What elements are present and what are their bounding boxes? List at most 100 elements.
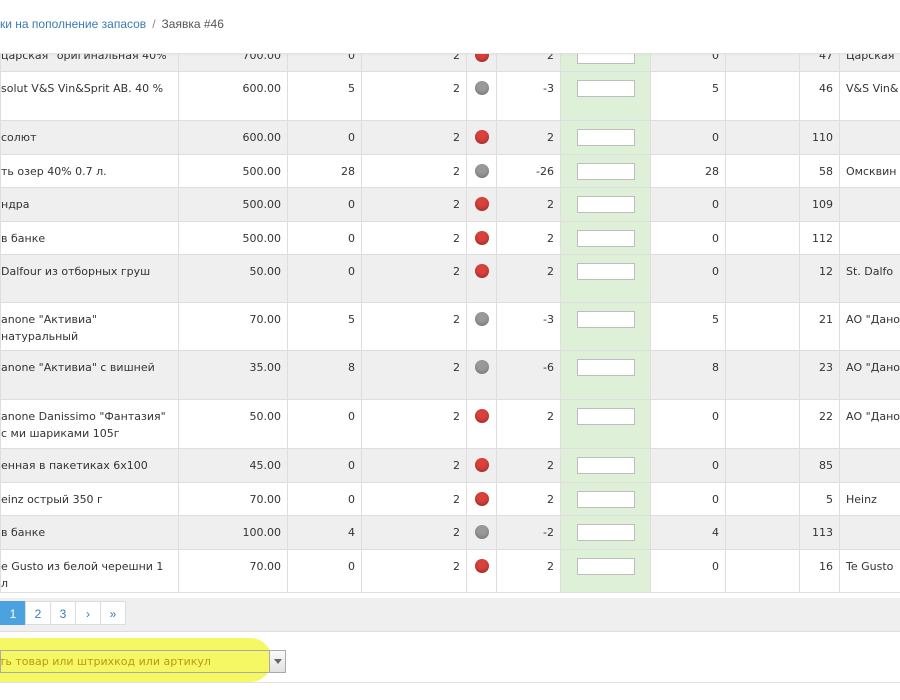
order-quantity-cell — [560, 120, 651, 155]
difference-cell: 2 — [496, 482, 561, 516]
product-name-cell: в банке — [0, 515, 179, 550]
supplier-cell — [839, 221, 900, 255]
order-quantity-input[interactable] — [576, 163, 635, 180]
difference-cell: 2 — [496, 254, 561, 303]
product-name-cell: solut V&S Vin&Sprit AB. 40 % — [0, 71, 179, 121]
min-stock-cell: 2 — [361, 448, 467, 483]
status-red-dot-icon — [474, 130, 489, 144]
status-red-dot-icon — [474, 197, 489, 211]
stock-cell: 8 — [287, 350, 362, 400]
product-id-cell: 112 — [799, 221, 840, 255]
status-gray-dot-icon — [474, 360, 489, 374]
price-cell: 70.00 — [178, 302, 288, 351]
order-quantity-cell — [560, 515, 651, 550]
status-red-dot-icon — [474, 458, 489, 472]
empty-cell — [725, 302, 800, 351]
supplier-cell — [839, 187, 900, 222]
min-stock-cell: 2 — [361, 187, 467, 222]
empty-cell — [725, 71, 800, 121]
product-name-cell: ть озер 40% 0.7 л. — [0, 154, 179, 188]
table-row: solut V&S Vin&Sprit AB. 40 % 600.00 5 2 -3 5 4… — [0, 71, 900, 121]
product-id-cell: 12 — [799, 254, 840, 303]
order-quantity-cell — [560, 399, 651, 449]
product-name-cell: Dalfour из отборных груш — [0, 254, 179, 303]
stock-cell: 0 — [287, 187, 362, 222]
recommended-cell: 5 — [650, 71, 726, 121]
order-quantity-input[interactable] — [576, 558, 635, 575]
status-cell — [466, 254, 497, 303]
order-quantity-input[interactable] — [576, 263, 635, 280]
product-name-cell: anone "Активиа" с вишней — [0, 350, 179, 400]
difference-cell: -3 — [496, 302, 561, 351]
last-page-button[interactable]: » — [100, 601, 126, 625]
page-header: ки на пополнение запасов / Заявка #46 — [0, 0, 900, 54]
add-product-area: ть товар или штрихкод или артикул — [0, 632, 900, 700]
status-red-dot-icon — [474, 492, 489, 506]
order-quantity-input[interactable] — [576, 230, 635, 247]
stock-cell: 0 — [287, 221, 362, 255]
difference-cell: -6 — [496, 350, 561, 400]
supplier-cell — [839, 448, 900, 483]
stock-cell: 0 — [287, 549, 362, 593]
min-stock-cell: 2 — [361, 399, 467, 449]
product-id-cell: 5 — [799, 482, 840, 516]
price-cell: 100.00 — [178, 515, 288, 550]
price-cell: 35.00 — [178, 350, 288, 400]
empty-cell — [725, 350, 800, 400]
order-quantity-cell — [560, 221, 651, 255]
difference-cell: -3 — [496, 71, 561, 121]
status-red-dot-icon — [474, 231, 489, 245]
order-quantity-input[interactable] — [576, 491, 635, 508]
order-quantity-input[interactable] — [576, 359, 635, 376]
price-cell: 45.00 — [178, 448, 288, 483]
stock-cell: 0 — [287, 254, 362, 303]
price-cell: 500.00 — [178, 187, 288, 222]
order-quantity-cell — [560, 254, 651, 303]
product-name-cell: солют — [0, 120, 179, 155]
stock-cell: 0 — [287, 120, 362, 155]
product-search-placeholder: ть товар или штрихкод или артикул — [0, 655, 211, 668]
difference-cell: 2 — [496, 221, 561, 255]
recommended-cell: 0 — [650, 120, 726, 155]
order-quantity-input[interactable] — [576, 311, 635, 328]
empty-cell — [725, 482, 800, 516]
status-cell — [466, 350, 497, 400]
table-row: ндра 500.00 0 2 2 0 109 — [0, 187, 900, 222]
supplier-cell — [839, 515, 900, 550]
order-quantity-input[interactable] — [576, 80, 635, 97]
table-row: anone "Активиа" натуральный 70.00 5 2 -3 5 21 А… — [0, 302, 900, 351]
product-search-select[interactable]: ть товар или штрихкод или артикул — [0, 650, 286, 673]
products-table: царская" оригинальная 40% 700.00 0 2 2 0 47 Цар… — [0, 37, 900, 593]
stock-cell: 0 — [287, 399, 362, 449]
order-quantity-input[interactable] — [576, 524, 635, 541]
order-quantity-input[interactable] — [576, 408, 635, 425]
supplier-cell: Heinz — [839, 482, 900, 516]
products-table-container: царская" оригинальная 40% 700.00 0 2 2 0 47 Цар… — [0, 37, 900, 598]
next-page-button[interactable]: › — [75, 601, 101, 625]
status-cell — [466, 154, 497, 188]
page-button-2[interactable]: 2 — [25, 601, 51, 625]
difference-cell: 2 — [496, 399, 561, 449]
status-gray-dot-icon — [474, 164, 489, 178]
difference-cell: 2 — [496, 549, 561, 593]
product-id-cell: 21 — [799, 302, 840, 351]
order-quantity-input[interactable] — [576, 457, 635, 474]
status-cell — [466, 187, 497, 222]
order-quantity-cell — [560, 302, 651, 351]
order-quantity-input[interactable] — [576, 196, 635, 213]
stock-cell: 5 — [287, 302, 362, 351]
order-quantity-cell — [560, 350, 651, 400]
page-button-1[interactable]: 1 — [0, 601, 26, 625]
dropdown-arrow-icon[interactable] — [269, 651, 285, 672]
status-cell — [466, 71, 497, 121]
price-cell: 600.00 — [178, 71, 288, 121]
page-button-3[interactable]: 3 — [50, 601, 76, 625]
breadcrumb-parent-link[interactable]: ки на пополнение запасов — [0, 17, 146, 31]
supplier-cell: Омсквин — [839, 154, 900, 188]
order-quantity-input[interactable] — [576, 129, 635, 146]
empty-cell — [725, 120, 800, 155]
pagination-bar: 1 2 3 › » — [0, 598, 900, 632]
supplier-cell: АО "Дано — [839, 350, 900, 400]
table-row: ть озер 40% 0.7 л. 500.00 28 2 -26 28 58 Омскви… — [0, 154, 900, 188]
empty-cell — [725, 187, 800, 222]
